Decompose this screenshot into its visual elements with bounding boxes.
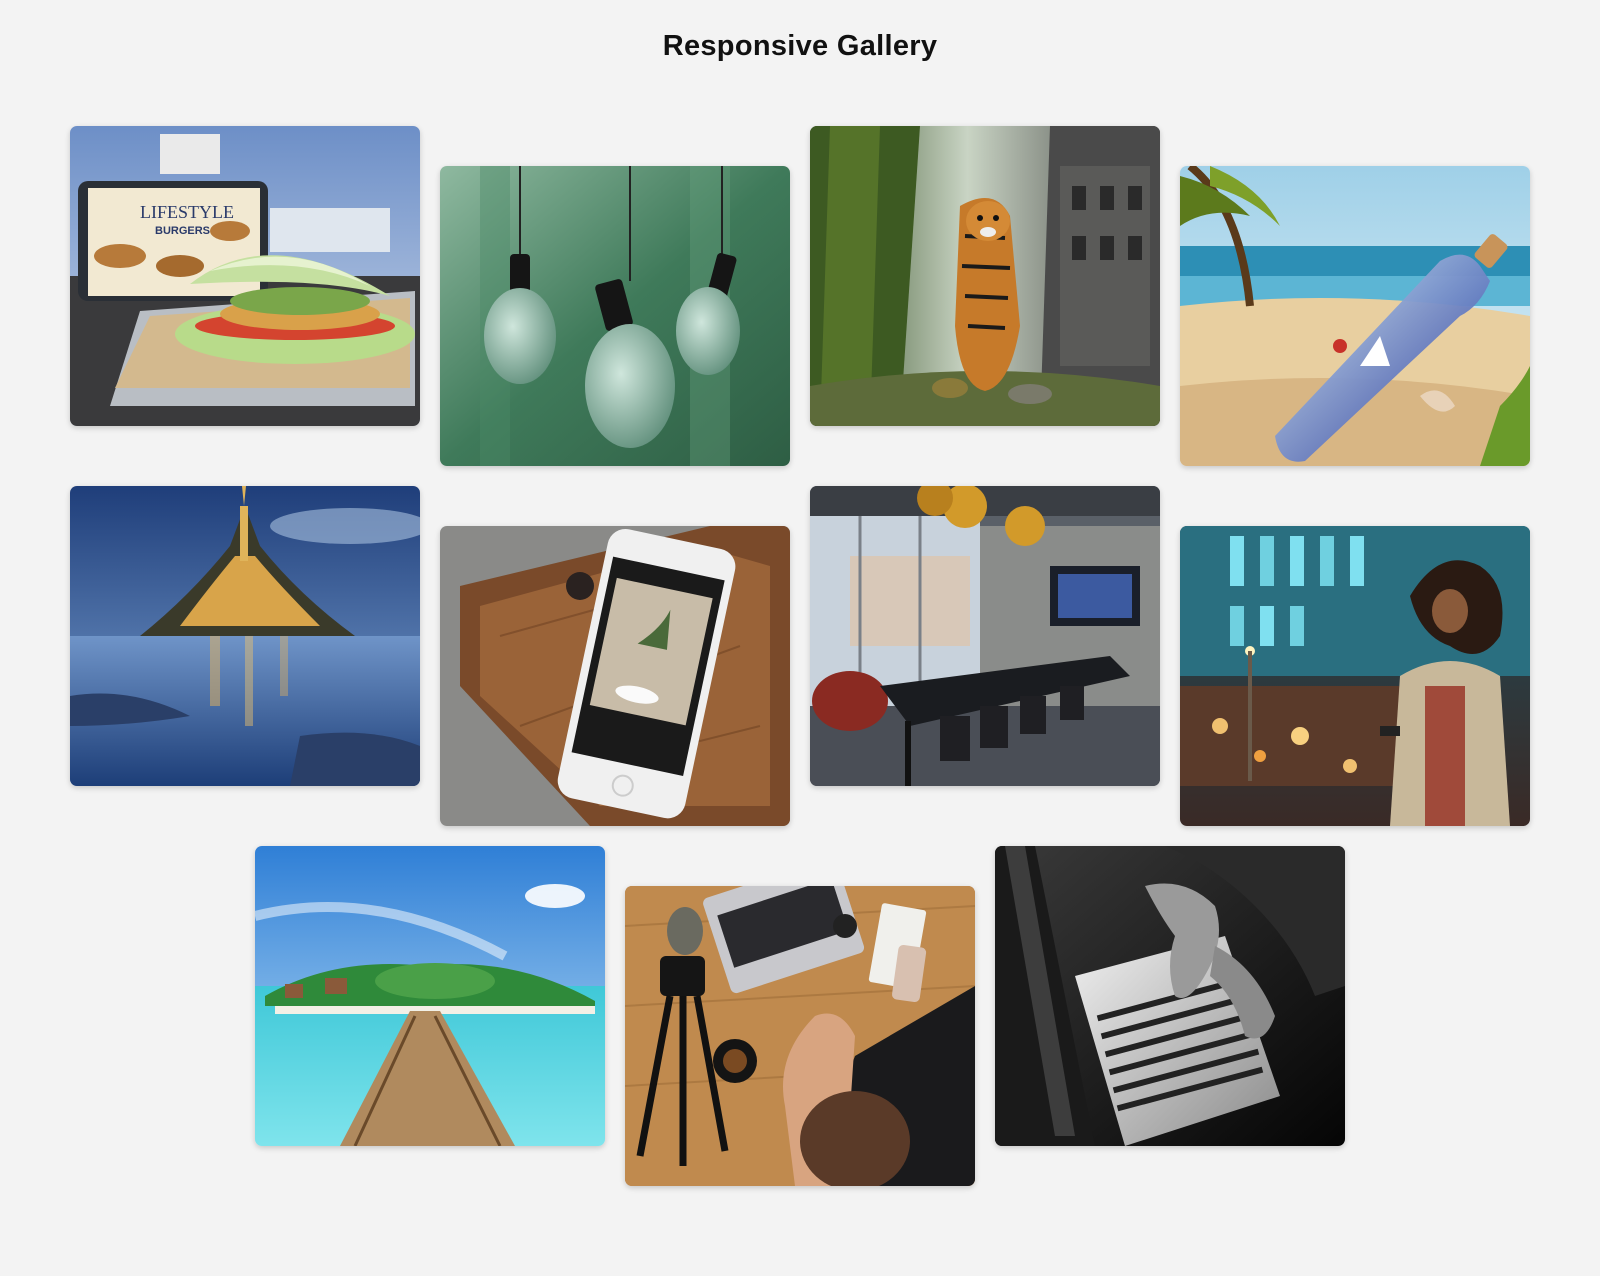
gallery-item-bottle[interactable] bbox=[1180, 166, 1530, 466]
gallery-item-phone[interactable] bbox=[440, 526, 790, 826]
gallery-item-burger[interactable]: LIFESTYLE BURGERS bbox=[70, 126, 420, 426]
smartphone-photo bbox=[440, 526, 790, 826]
conference-room-photo bbox=[810, 486, 1160, 786]
gallery-item-castle[interactable] bbox=[70, 486, 420, 786]
laptop-typing-photo bbox=[995, 846, 1345, 1146]
gallery-item-laptop-bw[interactable] bbox=[995, 846, 1345, 1146]
gallery-item-tiger[interactable] bbox=[810, 126, 1160, 426]
gallery-item-desk[interactable] bbox=[625, 886, 975, 1186]
tiger-photo bbox=[810, 126, 1160, 426]
gallery-item-meeting-room[interactable] bbox=[810, 486, 1160, 786]
page-title: Responsive Gallery bbox=[662, 30, 938, 62]
desk-workspace-photo bbox=[625, 886, 975, 1186]
svg-text:LIFESTYLE: LIFESTYLE bbox=[140, 202, 234, 222]
castle-island-photo bbox=[70, 486, 420, 786]
tropical-beach-photo bbox=[255, 846, 605, 1146]
gallery-page: Responsive Gallery LIFESTYLE BURGERS bbox=[0, 0, 1600, 1276]
gallery-item-tropical-pier[interactable] bbox=[255, 846, 605, 1146]
burger-photo: LIFESTYLE BURGERS bbox=[70, 126, 420, 426]
woman-city-photo bbox=[1180, 526, 1530, 826]
bottle-on-beach-photo bbox=[1180, 166, 1530, 466]
gallery-item-bulbs[interactable] bbox=[440, 166, 790, 466]
light-bulbs-photo bbox=[440, 166, 790, 466]
svg-text:BURGERS: BURGERS bbox=[155, 225, 210, 237]
gallery-item-woman-city[interactable] bbox=[1180, 526, 1530, 826]
